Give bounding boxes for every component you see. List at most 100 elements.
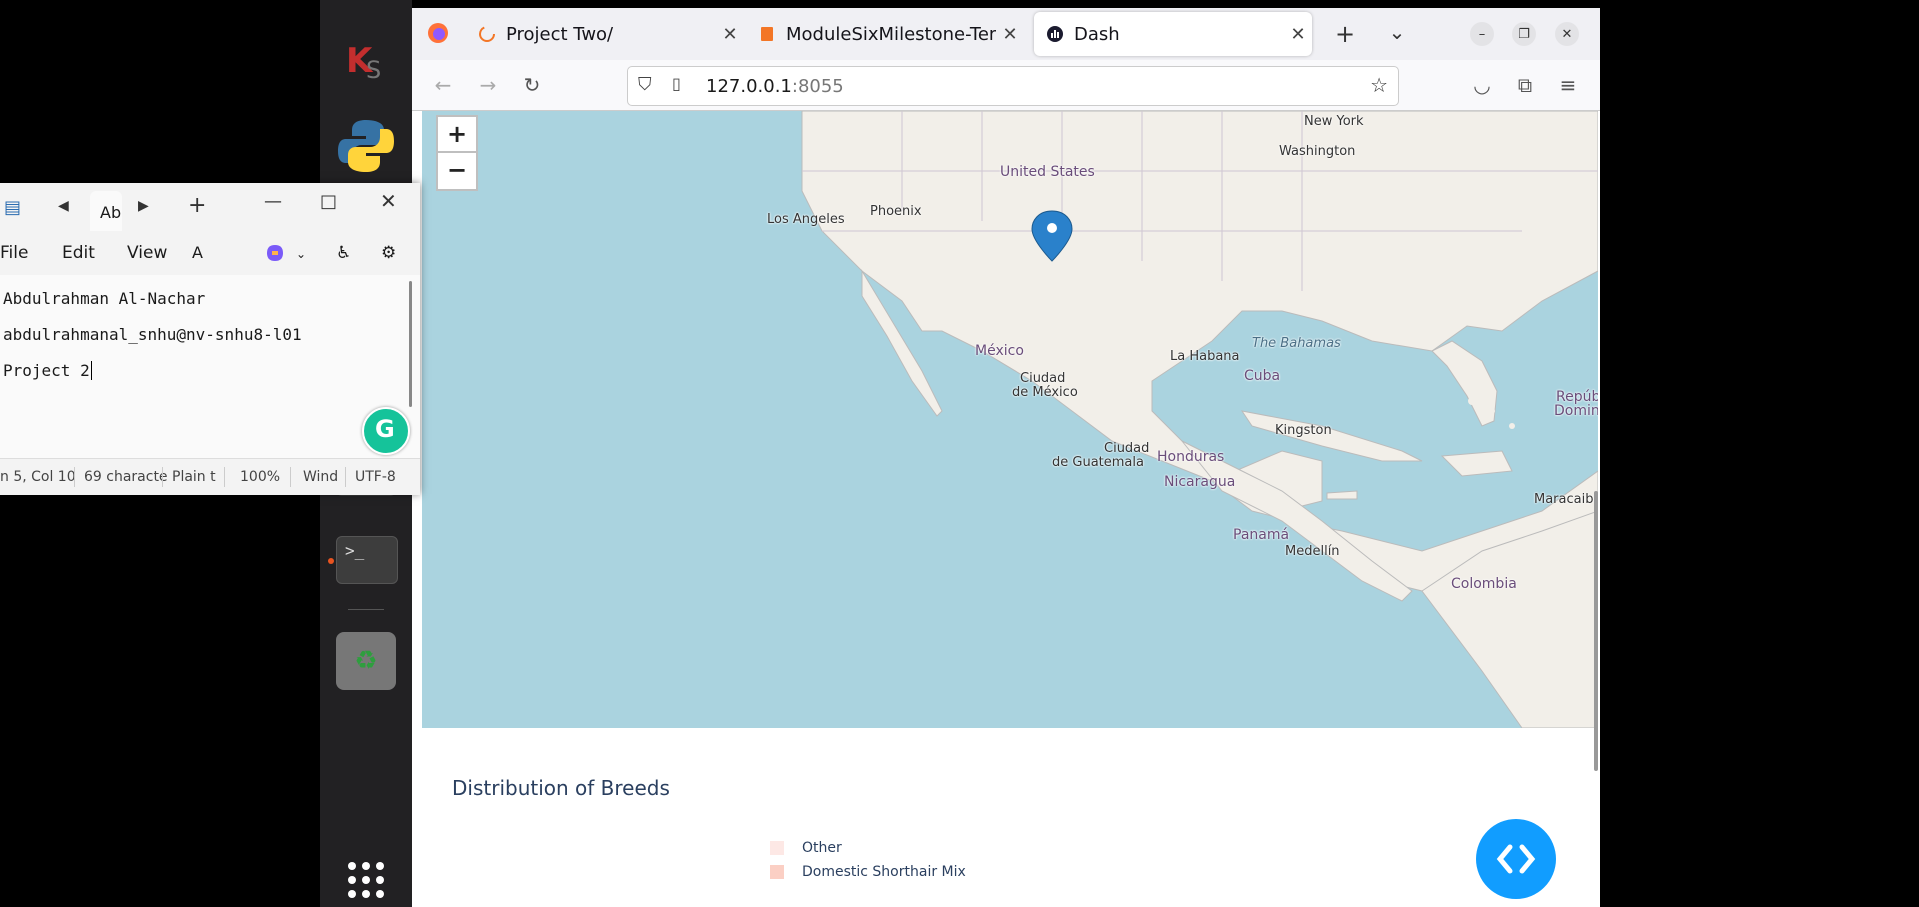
svg-text:S: S — [366, 56, 381, 84]
close-tab-icon[interactable]: ✕ — [716, 24, 744, 45]
back-icon[interactable]: ← — [430, 72, 456, 98]
dash-debug-button[interactable] — [1476, 819, 1556, 899]
running-indicator — [328, 558, 334, 564]
menu-file[interactable]: File — [0, 243, 28, 263]
show-apps-icon[interactable] — [336, 860, 396, 904]
page-icon[interactable]: ▯ — [672, 74, 681, 93]
map-label: Dominic — [1554, 403, 1598, 419]
tab-project-two[interactable]: Project Two/ ✕ — [466, 12, 744, 56]
notepad-app-icon: ▤ — [4, 197, 22, 218]
accessibility-icon[interactable]: ♿ — [336, 243, 351, 263]
format-indicator[interactable]: Plain t — [172, 469, 216, 485]
map-label: México — [975, 343, 1024, 359]
legend-label: Other — [802, 840, 842, 856]
legend-swatch — [770, 865, 784, 879]
maximize-icon[interactable]: ❐ — [1512, 22, 1536, 46]
url-bar[interactable]: ⛉ ▯ 127.0.0.1:8055 ☆ — [627, 66, 1399, 106]
map-label: New York — [1304, 114, 1364, 129]
notepad-menubar: File Edit View A ⌄ ♿ ⚙ — [0, 231, 420, 275]
maximize-icon[interactable]: □ — [320, 191, 337, 212]
copilot-icon[interactable] — [264, 243, 286, 268]
encoding[interactable]: UTF-8 — [355, 469, 396, 485]
notepad-tab[interactable]: Ab — [90, 191, 122, 231]
shield-icon[interactable]: ⛉ — [638, 74, 652, 95]
map-label: United States — [1000, 164, 1095, 180]
bookmark-star-icon[interactable]: ☆ — [1370, 73, 1388, 97]
dash-icon — [1047, 26, 1063, 42]
map-label: Nicaragua — [1164, 474, 1236, 490]
close-tab-icon[interactable]: ✕ — [996, 24, 1024, 45]
close-window-icon[interactable]: ✕ — [1555, 22, 1579, 46]
breed-chart-section: Distribution of Breeds Other Domestic Sh… — [412, 728, 1600, 907]
line-ending[interactable]: Wind — [303, 469, 338, 485]
notebook-icon — [761, 27, 773, 41]
map-label: Medellín — [1285, 544, 1340, 559]
menu-icon[interactable]: ≡ — [1555, 72, 1581, 98]
chevron-down-icon[interactable]: ⌄ — [296, 247, 306, 261]
loading-icon — [479, 26, 495, 42]
tab-scroll-right-icon[interactable]: ▶ — [138, 198, 149, 214]
legend-item[interactable]: Domestic Shorthair Mix — [770, 864, 966, 880]
notepad-window: ▤ ◀ Ab ▶ + — □ ✕ File Edit View A ⌄ ♿ ⚙ … — [0, 183, 420, 495]
list-tabs-icon[interactable]: ⌄ — [1382, 20, 1412, 44]
notepad-titlebar: ▤ ◀ Ab ▶ + — □ ✕ — [0, 183, 420, 231]
legend-item[interactable]: Other — [770, 840, 842, 856]
map-label: Ciudad — [1020, 371, 1066, 386]
tab-module-six[interactable]: ModuleSixMilestone-Tem ✕ — [746, 12, 1024, 56]
map-label: de México — [1012, 385, 1078, 400]
tab-dash[interactable]: Dash ✕ — [1034, 12, 1312, 56]
close-tab-icon[interactable]: ✕ — [1284, 24, 1312, 45]
forward-icon[interactable]: → — [475, 72, 501, 98]
cursor-position: n 5, Col 10 — [0, 469, 76, 485]
zoom-out-button[interactable]: − — [436, 151, 478, 191]
page-scrollbar[interactable] — [1594, 491, 1598, 771]
new-tab-icon[interactable]: + — [188, 193, 206, 218]
legend-label: Domestic Shorthair Mix — [802, 864, 966, 880]
map-label: Kingston — [1275, 423, 1332, 438]
reload-icon[interactable]: ↻ — [519, 72, 545, 98]
trash-icon[interactable]: ♻ — [336, 632, 396, 690]
tab-scroll-left-icon[interactable]: ◀ — [58, 198, 69, 214]
tab-bar: Project Two/ ✕ ModuleSixMilestone-Tem ✕ … — [412, 8, 1600, 60]
browser-window: Project Two/ ✕ ModuleSixMilestone-Tem ✕ … — [412, 8, 1600, 907]
dock-separator — [348, 609, 384, 610]
notepad-editor[interactable]: Abdulrahman Al-Nachar abdulrahmanal_snhu… — [0, 275, 420, 458]
python-app-icon[interactable] — [336, 116, 396, 176]
map-label: Los Angeles — [767, 212, 845, 227]
map-label: Colombia — [1451, 576, 1517, 592]
kali-app-icon[interactable]: KS — [336, 30, 396, 90]
zoom-in-button[interactable]: + — [436, 115, 478, 155]
tab-title: Project Two/ — [506, 23, 614, 45]
chart-title: Distribution of Breeds — [452, 776, 670, 800]
map-label: Washington — [1279, 144, 1356, 159]
new-tab-icon[interactable]: + — [1330, 20, 1360, 48]
tab-title: ModuleSixMilestone-Tem — [786, 23, 996, 45]
extensions-icon[interactable]: ⧉ — [1512, 72, 1538, 98]
menu-edit[interactable]: Edit — [62, 243, 95, 263]
menu-view[interactable]: View — [127, 243, 167, 263]
map-label: La Habana — [1170, 349, 1240, 364]
terminal-app-icon[interactable]: >_ — [336, 536, 398, 584]
settings-gear-icon[interactable]: ⚙ — [381, 243, 396, 263]
editor-scrollbar[interactable] — [409, 281, 412, 407]
text-line: Abdulrahman Al-Nachar — [3, 289, 206, 308]
firefox-menu-icon[interactable] — [424, 22, 452, 49]
map-land-shapes — [801, 111, 1598, 728]
font-icon[interactable]: A — [192, 243, 203, 262]
pocket-icon[interactable]: ◡ — [1469, 72, 1495, 98]
zoom-level[interactable]: 100% — [240, 469, 280, 485]
minimize-icon[interactable]: – — [1470, 22, 1494, 46]
text-line: Project 2 — [3, 361, 92, 380]
map-label: Maracaibo — [1534, 492, 1598, 507]
map-label: Cuba — [1244, 368, 1281, 384]
char-count: 69 characte — [84, 469, 168, 485]
minimize-icon[interactable]: — — [264, 191, 282, 212]
map[interactable]: + − New York Washington United States Ph… — [422, 111, 1598, 728]
close-icon[interactable]: ✕ — [380, 189, 397, 213]
legend-swatch — [770, 841, 784, 855]
grammarly-icon[interactable]: G — [362, 407, 410, 455]
map-label: Phoenix — [870, 204, 922, 219]
map-label: Panamá — [1233, 527, 1290, 543]
page-viewport: + − New York Washington United States Ph… — [412, 111, 1600, 907]
notepad-statusbar: n 5, Col 10 69 characte Plain t 100% Win… — [0, 458, 420, 495]
